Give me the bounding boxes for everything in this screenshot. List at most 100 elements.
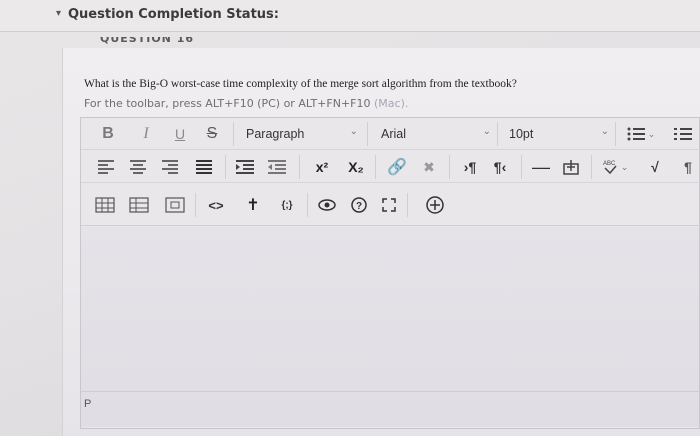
spellcheck-icon: ABC: [603, 161, 617, 175]
eye-icon: [318, 199, 336, 211]
chevron-down-icon: ⌄: [647, 128, 656, 139]
toolbar-hint-text: For the toolbar, press ALT+F10 (PC) or A…: [84, 97, 371, 110]
help-icon: ?: [351, 197, 367, 213]
italic-button[interactable]: I: [135, 123, 157, 145]
font-size-value: 10pt: [509, 127, 534, 141]
bold-label: B: [102, 125, 114, 142]
show-blocks-button[interactable]: ¶: [677, 157, 699, 177]
preview-button[interactable]: [315, 196, 339, 214]
table-cell-properties-button[interactable]: [163, 196, 187, 214]
help-button[interactable]: ?: [347, 196, 371, 214]
horizontal-line-icon: —: [532, 156, 550, 177]
toolbar-divider: [195, 193, 196, 217]
toolbar-row-2: x² X₂ 🔗 ✖ ›¶ ¶‹ — ABC ⌄ √ ¶: [81, 151, 700, 183]
italic-label: I: [143, 125, 149, 142]
add-content-button[interactable]: [423, 195, 447, 215]
justify-icon: [196, 160, 212, 174]
square-root-icon: √: [651, 159, 659, 175]
unlink-icon: ✖: [423, 158, 435, 175]
remove-link-button[interactable]: ✖: [417, 157, 441, 177]
toolbar-row-1: B I U S Paragraph ⌄ Arial ⌄ 10pt ⌄ ⌄: [81, 118, 700, 150]
completion-status-label: Question Completion Status:: [68, 7, 279, 22]
rich-text-editor: B I U S Paragraph ⌄ Arial ⌄ 10pt ⌄ ⌄ x² …: [80, 117, 700, 429]
toolbar-divider: [299, 155, 300, 179]
link-icon: 🔗: [387, 159, 407, 176]
bold-button[interactable]: B: [97, 123, 119, 145]
source-code-button[interactable]: <>: [203, 196, 229, 214]
editor-content-area[interactable]: [81, 227, 699, 427]
rtl-button[interactable]: ¶‹: [487, 157, 513, 177]
toolbar-hint: For the toolbar, press ALT+F10 (PC) or A…: [84, 97, 408, 110]
underline-button[interactable]: U: [169, 123, 191, 145]
toolbar-divider: [407, 193, 408, 217]
table-plus-icon: [563, 160, 579, 175]
paragraph-icon: ¶: [684, 159, 692, 175]
chevron-down-icon[interactable]: ▾: [56, 8, 61, 19]
svg-text:?: ?: [356, 201, 362, 212]
embed-label: {;}: [281, 199, 293, 211]
align-left-button[interactable]: [95, 158, 117, 176]
toolbar-divider: [233, 122, 234, 146]
table-icon: [95, 197, 115, 213]
superscript-label: x²: [315, 159, 329, 175]
chevron-down-icon: ⌄: [349, 126, 358, 137]
rtl-icon: ¶‹: [493, 159, 507, 175]
bullet-list-icon: [627, 127, 645, 141]
block-format-value: Paragraph: [246, 127, 305, 141]
align-right-icon: [162, 160, 178, 174]
subscript-button[interactable]: X₂: [343, 157, 369, 177]
svg-text:ABC: ABC: [603, 161, 616, 167]
align-right-button[interactable]: [159, 158, 181, 176]
justify-button[interactable]: [193, 158, 215, 176]
superscript-button[interactable]: x²: [309, 157, 335, 177]
embed-button[interactable]: {;}: [273, 196, 301, 214]
toolbar-divider: [225, 155, 226, 179]
bullet-list-button[interactable]: ⌄: [621, 123, 661, 145]
accessibility-checker-button[interactable]: ✝: [241, 195, 265, 215]
editor-statusbar-divider: [80, 391, 700, 392]
question-number-heading: QUESTION 16: [100, 37, 195, 45]
ltr-icon: ›¶: [463, 159, 477, 175]
outdent-button[interactable]: [265, 158, 289, 176]
spellcheck-button[interactable]: ABC ⌄: [597, 157, 633, 177]
font-size-dropdown[interactable]: 10pt ⌄: [509, 123, 609, 145]
font-family-value: Arial: [381, 127, 407, 141]
horizontal-line-button[interactable]: —: [529, 157, 553, 177]
element-path: P: [84, 398, 92, 410]
toolbar-row-3: <> ✝ {;} ?: [81, 184, 700, 226]
block-format-dropdown[interactable]: Paragraph ⌄: [246, 123, 358, 145]
question-status-bar: ▾ Question Completion Status:: [0, 0, 700, 32]
align-center-icon: [130, 160, 146, 174]
toolbar-divider: [615, 122, 616, 146]
toolbar-divider: [497, 122, 498, 146]
question-prompt: What is the Big-O worst-case time comple…: [84, 78, 517, 90]
insert-link-button[interactable]: 🔗: [385, 157, 409, 177]
numbered-list-icon: [674, 128, 692, 140]
strikethrough-button[interactable]: S: [201, 123, 223, 145]
insert-table-button[interactable]: [559, 157, 583, 177]
table-cell-icon: [165, 197, 185, 213]
align-center-button[interactable]: [127, 158, 149, 176]
chevron-down-icon: ⌄: [600, 126, 609, 137]
add-circle-icon: [426, 196, 444, 214]
toolbar-divider: [367, 122, 368, 146]
underline-label: U: [174, 126, 186, 142]
table-button[interactable]: [93, 196, 117, 214]
toolbar-divider: [449, 155, 450, 179]
indent-icon: [236, 160, 254, 174]
table-row-icon: [129, 197, 149, 213]
strikethrough-label: S: [206, 125, 218, 142]
table-row-properties-button[interactable]: [127, 196, 151, 214]
chevron-down-icon: ⌄: [482, 126, 491, 137]
numbered-list-button[interactable]: [669, 123, 697, 145]
align-left-icon: [98, 160, 114, 174]
fullscreen-button[interactable]: [377, 196, 401, 214]
font-family-dropdown[interactable]: Arial ⌄: [381, 123, 491, 145]
ltr-button[interactable]: ›¶: [457, 157, 483, 177]
code-label: <>: [208, 197, 224, 213]
toolbar-divider: [591, 155, 592, 179]
indent-button[interactable]: [233, 158, 257, 176]
subscript-label: X₂: [348, 159, 364, 175]
toolbar-divider: [375, 155, 376, 179]
math-editor-button[interactable]: √: [643, 157, 667, 177]
